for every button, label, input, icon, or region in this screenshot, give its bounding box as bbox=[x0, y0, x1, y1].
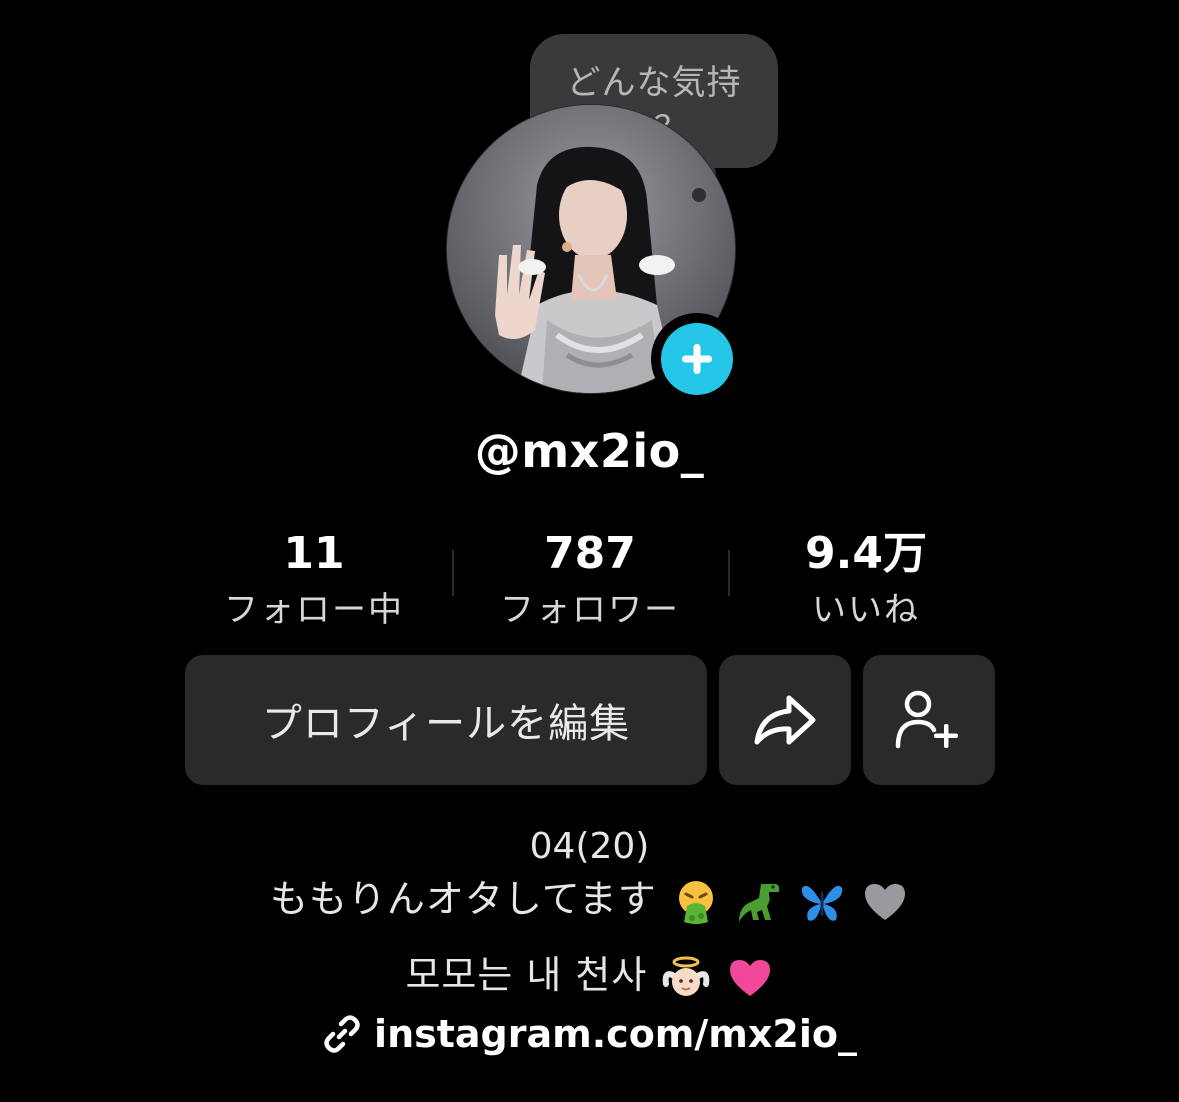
likes-count: 9.4万 bbox=[805, 528, 927, 579]
following-label: フォロー中 bbox=[224, 590, 404, 630]
butterfly-icon bbox=[801, 885, 843, 921]
likes-label: いいね bbox=[812, 590, 920, 630]
edit-profile-button[interactable]: プロフィールを編集 bbox=[185, 655, 707, 785]
bio-line-3: 모모는 내 천사 bbox=[0, 944, 1179, 1002]
following-count: 11 bbox=[283, 528, 345, 579]
plus-icon bbox=[661, 323, 733, 395]
add-avatar-button[interactable] bbox=[651, 313, 743, 405]
followers-count: 787 bbox=[544, 528, 636, 579]
bio-line-2: ももりんオタしてます bbox=[0, 868, 1179, 926]
baby-angel-icon bbox=[663, 956, 710, 996]
stat-likes[interactable]: 9.4万 いいね bbox=[736, 526, 996, 638]
bio-line-1: 04(20) bbox=[529, 826, 650, 867]
stat-divider bbox=[728, 550, 730, 596]
stat-divider bbox=[452, 550, 454, 596]
bio-line-2-text: ももりんオタしてます bbox=[269, 877, 657, 921]
t-rex-icon bbox=[738, 883, 779, 922]
add-friend-button[interactable] bbox=[863, 655, 995, 785]
share-arrow-icon bbox=[754, 695, 816, 745]
followers-label: フォロワー bbox=[500, 590, 680, 630]
bio-line-3-text: 모모는 내 천사 bbox=[405, 953, 648, 997]
stat-following[interactable]: 11 フォロー中 bbox=[184, 526, 444, 638]
edit-profile-label: プロフィールを編集 bbox=[261, 701, 631, 747]
username: @mx2io_ bbox=[474, 424, 705, 478]
pink-heart-icon bbox=[729, 959, 770, 996]
share-profile-button[interactable] bbox=[719, 655, 851, 785]
profile-link[interactable]: instagram.com/mx2io_ bbox=[0, 1012, 1179, 1057]
grey-heart-icon bbox=[865, 883, 906, 920]
link-icon bbox=[324, 1014, 360, 1053]
stat-followers[interactable]: 787 フォロワー bbox=[460, 526, 720, 638]
add-user-icon bbox=[895, 690, 958, 749]
profile-link-text: instagram.com/mx2io_ bbox=[374, 1012, 857, 1056]
vomiting-face-icon bbox=[678, 880, 713, 924]
